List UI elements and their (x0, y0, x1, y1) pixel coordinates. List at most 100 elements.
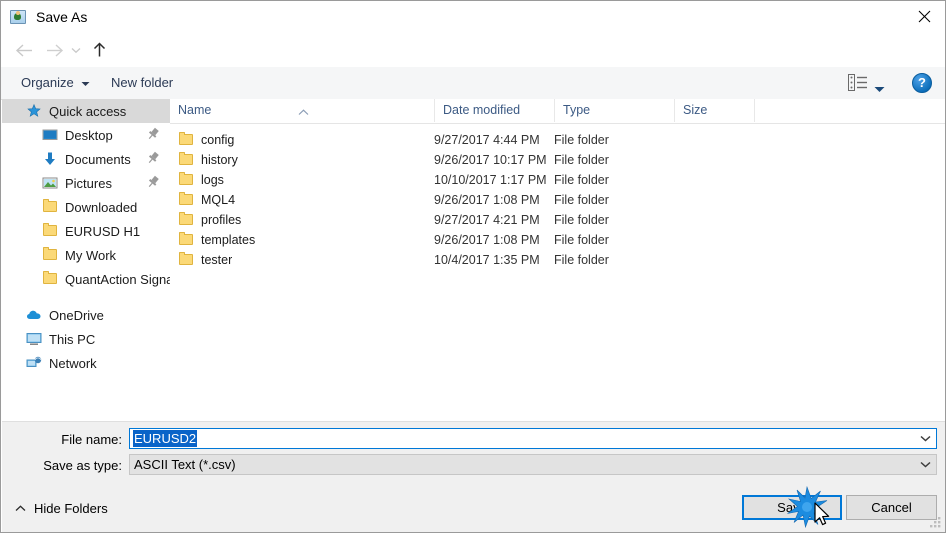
sidebar-divider (2, 291, 170, 303)
hide-folders-button[interactable]: Hide Folders (15, 501, 108, 516)
cancel-button[interactable]: Cancel (846, 495, 937, 520)
folder-icon (178, 172, 194, 188)
sidebar-item-label: QuantAction Signal (65, 271, 170, 287)
file-name-label: config (201, 133, 235, 147)
this-pc-icon (26, 331, 42, 347)
documents-download-icon (42, 151, 58, 167)
file-name-label: logs (201, 173, 224, 187)
sidebar-item-quantaction-signal[interactable]: QuantAction Signal (2, 267, 170, 291)
sidebar-item-label: Network (49, 355, 97, 371)
sidebar-item-documents[interactable]: Documents (2, 147, 170, 171)
new-folder-label: New folder (111, 75, 174, 90)
file-name-cell: tester (178, 250, 232, 270)
help-button[interactable]: ? (912, 73, 932, 93)
folder-icon (178, 132, 194, 148)
file-list: Name Date modified Type Size config 9/27… (170, 99, 945, 420)
sidebar-item-quick-access[interactable]: Quick access (2, 99, 170, 123)
file-name-cell: logs (178, 170, 224, 190)
file-date-cell: 9/27/2017 4:21 PM (434, 213, 540, 227)
pictures-icon (42, 175, 58, 191)
file-type-cell: File folder (554, 153, 609, 167)
chevron-down-icon (81, 75, 90, 90)
column-header-size[interactable]: Size (674, 99, 754, 122)
sidebar-item-my-work[interactable]: My Work (2, 243, 170, 267)
save-button[interactable]: Save (742, 495, 842, 520)
file-name-cell: config (178, 130, 234, 150)
file-date-cell: 9/26/2017 1:08 PM (434, 233, 540, 247)
sidebar-item-pictures[interactable]: Pictures (2, 171, 170, 195)
table-row[interactable]: history 9/26/2017 10:17 PM File folder (170, 150, 945, 170)
navigation-pane: Quick access Desktop Documents Pictures … (2, 99, 171, 420)
column-header-type[interactable]: Type (554, 99, 674, 122)
sort-ascending-icon (298, 101, 309, 124)
organize-button[interactable]: Organize (13, 67, 98, 98)
save-as-type-select[interactable]: ASCII Text (*.csv) (129, 454, 937, 475)
file-date-cell: 10/10/2017 1:17 PM (434, 173, 547, 187)
up-arrow-icon[interactable] (86, 37, 112, 63)
folder-icon (178, 152, 194, 168)
new-folder-button[interactable]: New folder (103, 67, 181, 98)
column-header-spacer (754, 99, 814, 122)
title-bar: Save As (1, 1, 945, 33)
sidebar-item-eurusd-h1[interactable]: EURUSD H1 (2, 219, 170, 243)
pin-icon[interactable] (146, 175, 162, 191)
pin-icon[interactable] (146, 151, 162, 167)
file-name-label: profiles (201, 213, 242, 227)
close-icon[interactable] (901, 1, 945, 32)
sidebar-item-this-pc[interactable]: This PC (2, 327, 170, 351)
save-as-dialog: Save As Organize New folder ? Quick acce… (0, 0, 946, 533)
star-pin-icon (26, 103, 42, 119)
table-row[interactable]: profiles 9/27/2017 4:21 PM File folder (170, 210, 945, 230)
column-header-label: Name (178, 103, 212, 117)
sidebar-item-label: EURUSD H1 (65, 223, 141, 239)
sidebar-item-label: Quick access (49, 103, 127, 119)
table-row[interactable]: templates 9/26/2017 1:08 PM File folder (170, 230, 945, 250)
folder-icon (42, 271, 58, 287)
pin-icon[interactable] (146, 127, 162, 143)
network-icon (26, 355, 42, 371)
view-options-icon[interactable] (848, 74, 868, 91)
window-title: Save As (36, 9, 88, 25)
column-header-date-modified[interactable]: Date modified (434, 99, 554, 122)
file-name-label: tester (201, 253, 233, 267)
sidebar-item-onedrive[interactable]: OneDrive (2, 303, 170, 327)
column-headers: Name Date modified Type Size (170, 99, 945, 124)
sidebar-item-label: Documents (65, 151, 131, 167)
chevron-down-icon[interactable] (914, 429, 936, 448)
file-name-cell: history (178, 150, 238, 170)
file-date-cell: 9/26/2017 1:08 PM (434, 193, 540, 207)
view-options-chevron-icon[interactable] (874, 80, 885, 98)
folder-icon (178, 192, 194, 208)
column-header-name[interactable]: Name (170, 99, 434, 122)
sidebar-item-desktop[interactable]: Desktop (2, 123, 170, 147)
hide-folders-label: Hide Folders (34, 501, 108, 516)
file-type-cell: File folder (554, 193, 609, 207)
file-name-cell: MQL4 (178, 190, 235, 210)
file-name-value[interactable]: EURUSD2 (133, 430, 198, 447)
sidebar-item-label: This PC (49, 331, 96, 347)
sidebar-item-label: Pictures (65, 175, 112, 191)
forward-arrow-icon[interactable] (41, 37, 67, 63)
table-row[interactable]: logs 10/10/2017 1:17 PM File folder (170, 170, 945, 190)
sidebar-item-label: My Work (65, 247, 117, 263)
file-type-cell: File folder (554, 253, 609, 267)
sidebar-item-network[interactable]: Network (2, 351, 170, 375)
resize-grip[interactable] (929, 516, 942, 529)
table-row[interactable]: tester 10/4/2017 1:35 PM File folder (170, 250, 945, 270)
file-name-label: MQL4 (201, 193, 236, 207)
save-as-icon (10, 9, 27, 26)
desktop-icon (42, 127, 58, 143)
folder-icon (178, 212, 194, 228)
organize-label: Organize (21, 75, 74, 90)
file-name-input[interactable]: EURUSD2 (129, 428, 937, 449)
save-as-type-value: ASCII Text (*.csv) (134, 457, 236, 472)
recent-locations-chevron-icon[interactable] (67, 37, 85, 63)
chevron-down-icon[interactable] (914, 455, 936, 474)
sidebar-item-label: Desktop (65, 127, 113, 143)
file-name-label: templates (201, 233, 256, 247)
folder-icon (42, 247, 58, 263)
table-row[interactable]: config 9/27/2017 4:44 PM File folder (170, 130, 945, 150)
table-row[interactable]: MQL4 9/26/2017 1:08 PM File folder (170, 190, 945, 210)
sidebar-item-downloaded[interactable]: Downloaded (2, 195, 170, 219)
back-arrow-icon[interactable] (11, 37, 37, 63)
